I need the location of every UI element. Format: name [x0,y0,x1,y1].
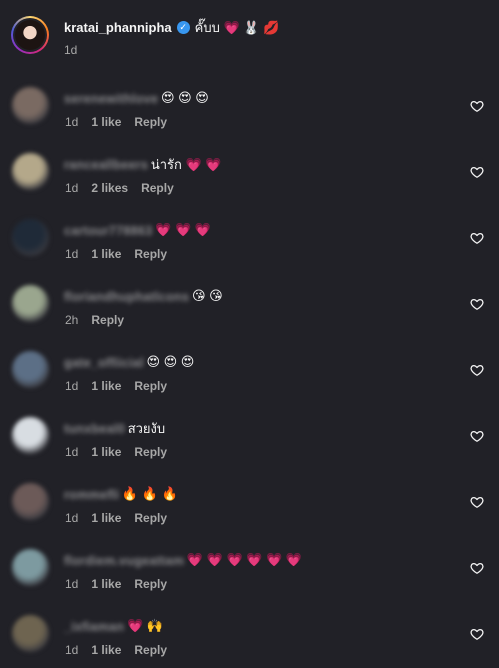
comment-timestamp: 1d [65,577,79,591]
comment-text: น่ารัก 💗 💗 [150,156,222,172]
commenter-username[interactable]: gate_offiicial [64,355,143,370]
commenter-avatar[interactable] [12,615,49,652]
comment-row: ranceallbeers น่ารัก 💗 💗 1d 2 likes Reply [0,140,499,206]
commenter-avatar[interactable] [12,549,49,586]
like-heart-icon[interactable] [470,231,484,245]
comment-line: floriandhuphatlcons 😘 😘 [64,286,223,306]
caption-line: kratai_phannipha ✓ คั๊บบ 💗 🐰 💋 [64,17,279,37]
like-heart-icon[interactable] [470,165,484,179]
comment-timestamp: 1d [65,643,79,657]
comment-row: cartour778863 💗 💗 💗 1d 1 like Reply [0,206,499,272]
author-avatar[interactable] [11,16,49,54]
comment-line: ranceallbeers น่ารัก 💗 💗 [64,154,221,174]
reply-button[interactable]: Reply [134,247,167,261]
verified-badge-icon: ✓ [176,20,190,34]
comment-row: tunxbeal0 สวยงับ 1d 1 like Reply [0,404,499,470]
comment-text: 😘 😘 [191,288,223,303]
commenter-username[interactable]: rommefli [64,487,119,502]
comment-likes-count[interactable]: 1 like [91,577,121,591]
comment-likes-count[interactable]: 1 like [91,643,121,657]
comment-timestamp: 2h [65,313,79,327]
comment-meta: 1d 1 like Reply [65,247,167,261]
commenter-avatar[interactable] [12,87,49,124]
comment-row: _ixfiaman 💗 🙌 1d 1 like Reply [0,602,499,668]
reply-button[interactable]: Reply [141,181,174,195]
like-heart-icon[interactable] [470,99,484,113]
commenter-avatar[interactable] [12,285,49,322]
comment-line: serenewithlove 😍 😍 😍 [64,88,209,108]
reply-button[interactable]: Reply [134,379,167,393]
commenter-username[interactable]: flordiem.vugeattam [64,553,184,568]
comment-meta: 1d 2 likes Reply [65,181,174,195]
reply-button[interactable]: Reply [134,445,167,459]
comment-meta: 2h Reply [65,313,124,327]
commenter-username[interactable]: ranceallbeers [64,157,148,172]
comment-row: flordiem.vugeattam 💗 💗 💗 💗 💗 💗 1d 1 like Rep… [0,536,499,602]
reply-button[interactable]: Reply [134,511,167,525]
comment-likes-count[interactable]: 1 like [91,247,121,261]
comment-meta: 1d 1 like Reply [65,445,167,459]
caption-text: คั๊บบ 💗 🐰 💋 [194,19,280,35]
like-heart-icon[interactable] [470,297,484,311]
comment-line: _ixfiaman 💗 🙌 [64,616,163,636]
comment-line: flordiem.vugeattam 💗 💗 💗 💗 💗 💗 [64,550,302,570]
comment-text: สวยงับ [127,420,166,436]
commenter-avatar[interactable] [12,351,49,388]
comment-meta: 1d 1 like Reply [65,379,167,393]
comment-line: gate_offiicial 😍 😍 😍 [64,352,194,372]
like-heart-icon[interactable] [470,495,484,509]
comment-text: 💗 💗 💗 💗 💗 💗 [186,552,303,567]
reply-button[interactable]: Reply [91,313,124,327]
comment-likes-count[interactable]: 1 like [91,511,121,525]
comment-likes-count[interactable]: 2 likes [91,181,128,195]
comment-text: 💗 💗 💗 [155,222,211,237]
caption-timestamp: 1d [64,43,78,57]
commenter-avatar[interactable] [12,153,49,190]
commenter-avatar[interactable] [12,219,49,256]
commenter-username[interactable]: serenewithlove [64,91,158,106]
comment-likes-count[interactable]: 1 like [91,379,121,393]
reply-button[interactable]: Reply [134,115,167,129]
comment-timestamp: 1d [65,181,79,195]
comment-row: floriandhuphatlcons 😘 😘 2h Reply [0,272,499,338]
comment-text: 😍 😍 😍 [160,90,209,105]
commenter-username[interactable]: tunxbeal0 [64,421,125,436]
like-heart-icon[interactable] [470,561,484,575]
commenter-username[interactable]: cartour778863 [64,223,152,238]
comment-line: tunxbeal0 สวยงับ [64,418,165,438]
comment-timestamp: 1d [65,511,79,525]
post-caption: kratai_phannipha ✓ คั๊บบ 💗 🐰 💋 1d [0,0,499,66]
comment-row: rommefli 🔥 🔥 🔥 1d 1 like Reply [0,470,499,536]
reply-button[interactable]: Reply [134,577,167,591]
like-heart-icon[interactable] [470,429,484,443]
commenter-avatar[interactable] [12,483,49,520]
commenter-avatar[interactable] [12,417,49,454]
reply-button[interactable]: Reply [134,643,167,657]
author-username[interactable]: kratai_phannipha [64,20,172,35]
comment-line: cartour778863 💗 💗 💗 [64,220,211,240]
comment-likes-count[interactable]: 1 like [91,115,121,129]
comment-text: 💗 🙌 [126,618,163,633]
commenter-username[interactable]: floriandhuphatlcons [64,289,189,304]
like-heart-icon[interactable] [470,627,484,641]
comment-meta: 1d 1 like Reply [65,643,167,657]
comment-meta: 1d 1 like Reply [65,115,167,129]
comment-timestamp: 1d [65,247,79,261]
like-heart-icon[interactable] [470,363,484,377]
comment-likes-count[interactable]: 1 like [91,445,121,459]
comment-row: gate_offiicial 😍 😍 😍 1d 1 like Reply [0,338,499,404]
comment-meta: 1d 1 like Reply [65,577,167,591]
comment-timestamp: 1d [65,115,79,129]
comment-timestamp: 1d [65,445,79,459]
comment-text: 😍 😍 😍 [146,354,195,369]
comment-meta: 1d 1 like Reply [65,511,167,525]
comment-row: serenewithlove 😍 😍 😍 1d 1 like Reply [0,74,499,140]
comment-line: rommefli 🔥 🔥 🔥 [64,484,178,504]
commenter-username[interactable]: _ixfiaman [64,619,124,634]
comment-text: 🔥 🔥 🔥 [121,486,178,501]
comment-timestamp: 1d [65,379,79,393]
